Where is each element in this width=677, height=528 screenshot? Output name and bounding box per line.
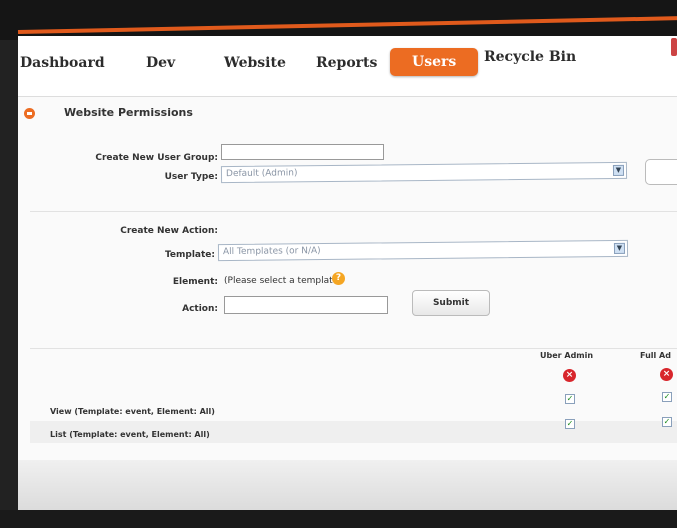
user-type-label: User Type: (164, 172, 218, 182)
table-row-label: View (Template: event, Element: All) (50, 407, 215, 416)
chevron-down-icon[interactable]: ▼ (612, 164, 625, 177)
collapse-icon[interactable] (24, 108, 35, 119)
template-select[interactable]: All Templates (or N/A) ▼ (217, 239, 629, 262)
nav-dev[interactable]: Dev (146, 55, 175, 71)
divider (30, 211, 677, 212)
user-type-value: Default (Admin) (225, 168, 298, 180)
delete-icon[interactable]: × (563, 369, 576, 382)
page-content: Dashboard Dev Website Reports Users Recy… (18, 36, 677, 510)
create-group-label: Create New User Group: (95, 153, 218, 163)
table-row-label: List (Template: event, Element: All) (50, 430, 210, 439)
info-icon[interactable]: ? (332, 272, 345, 285)
column-full-admin: Full Ad (640, 351, 671, 360)
nav-recycle-bin[interactable]: Recycle Bin (484, 49, 576, 65)
template-label: Template: (164, 250, 215, 260)
delete-icon[interactable]: × (660, 368, 673, 381)
create-action-label: Create New Action: (120, 226, 218, 236)
nav-reports[interactable]: Reports (316, 55, 377, 71)
nav-users[interactable]: Users (390, 48, 479, 76)
bottom-bar (0, 510, 677, 528)
user-type-select[interactable]: Default (Admin) ▼ (220, 161, 628, 184)
divider (30, 348, 677, 349)
checkbox-icon[interactable]: ✓ (662, 392, 672, 402)
checkbox-icon[interactable]: ✓ (565, 394, 575, 404)
checkbox-icon[interactable]: ✓ (565, 419, 575, 429)
side-button[interactable] (645, 159, 677, 185)
element-label: Element: (172, 277, 218, 287)
nav-website[interactable]: Website (224, 55, 286, 71)
section-title: Website Permissions (64, 106, 193, 119)
action-input[interactable] (224, 296, 388, 314)
submit-button[interactable]: Submit (412, 290, 490, 316)
close-icon[interactable] (671, 38, 677, 56)
element-value: (Please select a template) (224, 276, 342, 286)
checkbox-icon[interactable]: ✓ (662, 417, 672, 427)
page-footer (18, 460, 677, 510)
column-uber-admin: Uber Admin (540, 351, 594, 360)
action-label: Action: (182, 304, 218, 314)
create-group-input[interactable] (221, 144, 384, 160)
chevron-down-icon[interactable]: ▼ (613, 242, 626, 254)
template-value: All Templates (or N/A) (222, 246, 321, 258)
nav-dashboard[interactable]: Dashboard (20, 55, 105, 71)
main-nav: Dashboard Dev Website Reports Users Recy… (18, 36, 677, 97)
